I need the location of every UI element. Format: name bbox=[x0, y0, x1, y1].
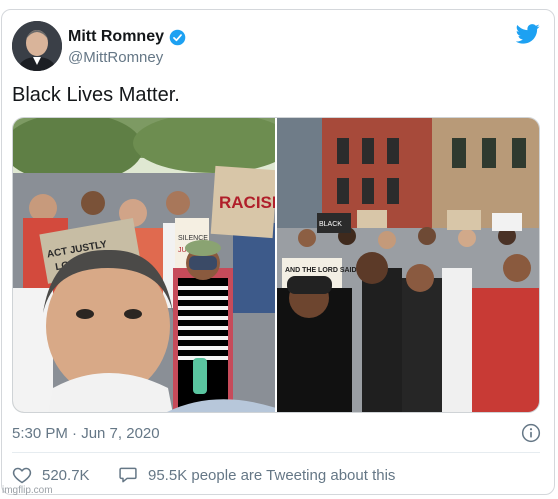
author-handle[interactable]: @MittRomney bbox=[68, 49, 163, 66]
conversation-action[interactable]: 95.5K people are Tweeting about this bbox=[118, 465, 395, 485]
sign-text: AND THE LORD SAID bbox=[285, 267, 357, 274]
tweet-timestamp[interactable]: 5:30 PM · Jun 7, 2020 bbox=[12, 425, 160, 442]
sign-text: BLACK bbox=[319, 221, 342, 228]
heart-icon[interactable] bbox=[12, 465, 32, 485]
twitter-bird-icon[interactable] bbox=[516, 24, 540, 44]
march-photo[interactable]: BLACK AND THE LORD SAID bbox=[277, 118, 539, 412]
author-row: Mitt Romney bbox=[68, 28, 186, 46]
verified-badge-icon bbox=[169, 29, 186, 45]
avatar[interactable] bbox=[12, 21, 62, 71]
like-action[interactable]: 520.7K bbox=[12, 465, 90, 485]
tweeting-about-text: 95.5K people are Tweeting about this bbox=[148, 466, 396, 484]
info-icon[interactable] bbox=[521, 423, 541, 443]
tweet-media[interactable]: RACISM ACT JUSTLY LOVE MERCY SILENCE JUS… bbox=[12, 117, 540, 413]
watermark: imgflip.com bbox=[2, 485, 53, 496]
author-name[interactable]: Mitt Romney bbox=[68, 28, 164, 46]
like-count: 520.7K bbox=[42, 466, 90, 484]
sign-text: RACISM bbox=[219, 193, 275, 212]
selfie-photo[interactable]: RACISM ACT JUSTLY LOVE MERCY SILENCE JUS… bbox=[13, 118, 275, 412]
speech-bubble-icon[interactable] bbox=[118, 465, 138, 485]
divider bbox=[12, 452, 540, 453]
tweet-text: Black Lives Matter. bbox=[12, 84, 180, 106]
